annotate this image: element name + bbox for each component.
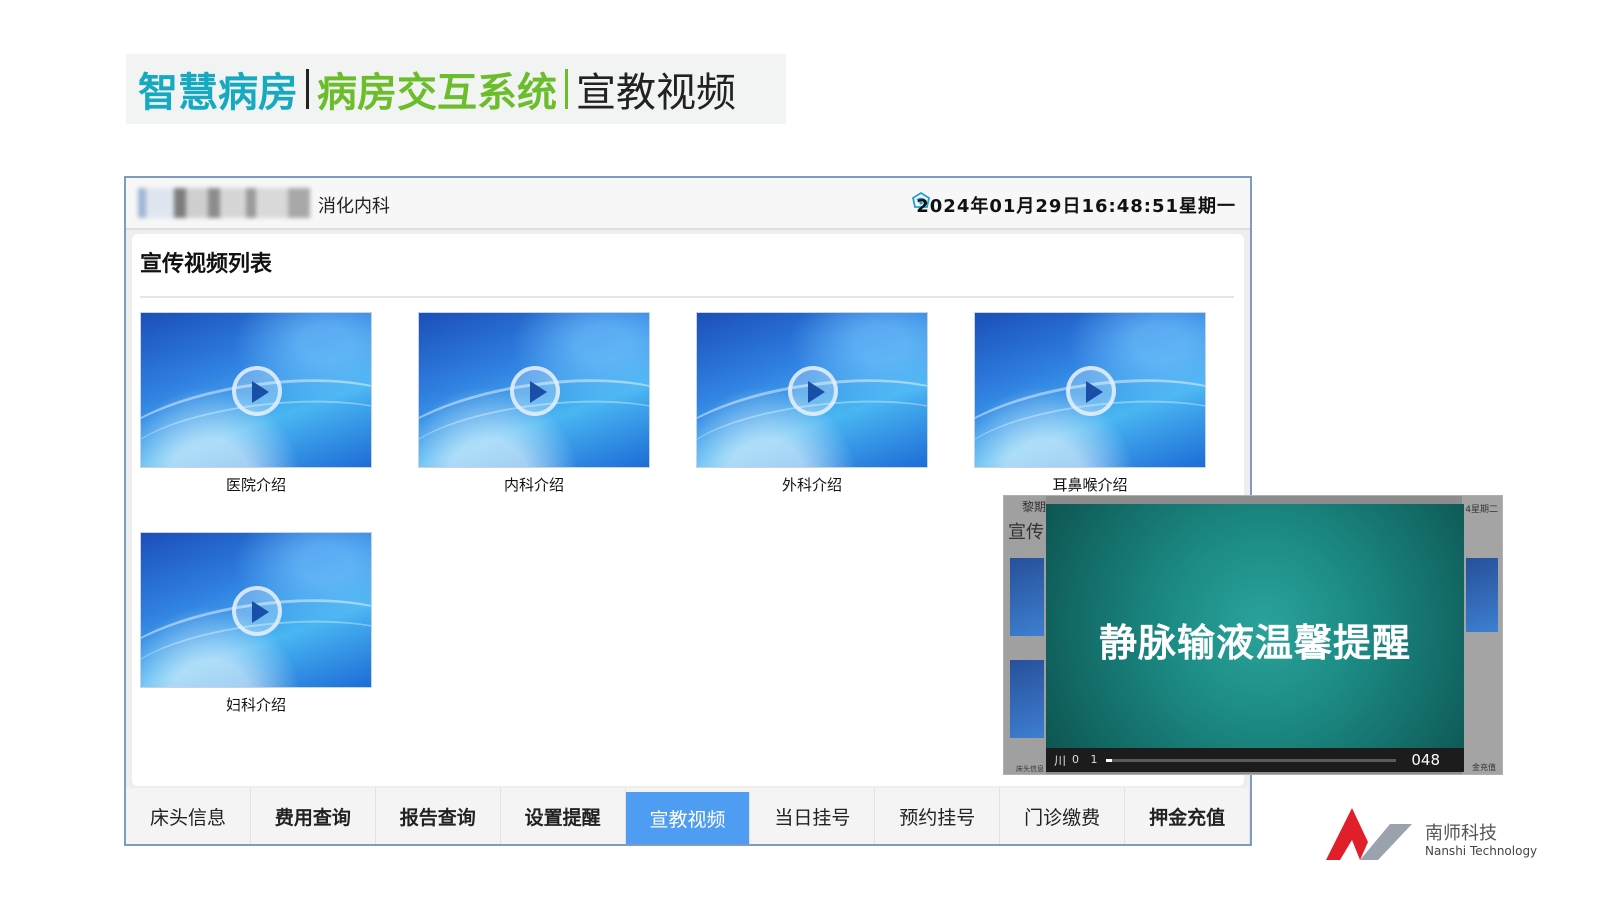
video-card[interactable]: 医院介绍 [140,312,372,494]
play-icon[interactable] [232,586,282,636]
nav-item-fee-query[interactable]: 费用查询 [251,788,376,844]
video-caption[interactable]: 耳鼻喉介绍 [974,474,1206,495]
video-card[interactable]: 外科介绍 [696,312,928,494]
title-separator [565,69,568,109]
background-text: 床头信息 [1016,765,1044,773]
background-screen-right: 4星期二 金充值 [1462,496,1502,774]
company-logo-icon [1326,808,1412,860]
video-thumbnail[interactable] [418,312,650,468]
divider [140,296,1234,298]
video-caption[interactable]: 妇科介绍 [140,694,372,715]
department-label: 消化内科 [318,196,390,217]
nav-item-bedside-info[interactable]: 床头信息 [126,788,251,844]
video-player[interactable]: 静脉输液温馨提醒 [1046,504,1464,748]
play-icon[interactable] [1066,366,1116,416]
slide-title-part2: 病房交互系统 [317,70,557,116]
video-player-popup: 黎期 宣传 床头信息 4星期二 金充值 静脉输液温馨提醒 川 0 1 048 [1003,495,1503,775]
video-caption[interactable]: 医院介绍 [140,474,372,495]
background-text: 宣传 [1008,522,1044,543]
play-icon[interactable] [510,366,560,416]
background-thumbnail [1010,660,1044,738]
video-thumbnail[interactable] [140,532,372,688]
video-thumbnail[interactable] [974,312,1206,468]
video-card[interactable]: 妇科介绍 [140,532,372,714]
nav-item-education-video[interactable]: 宣教视频 [625,792,751,844]
progress-fill [1106,759,1112,762]
video-caption[interactable]: 外科介绍 [696,474,928,495]
background-thumbnail [1466,558,1498,632]
company-name-cn: 南师科技 [1425,823,1497,844]
slide-title-part3: 宣教视频 [576,70,736,116]
nav-item-appointment[interactable]: 预约挂号 [875,788,1001,844]
top-bar: 消化内科 2024年01月29日16:48:51星期一 [126,178,1250,230]
video-caption[interactable]: 内科介绍 [418,474,650,495]
title-separator [306,69,309,109]
pause-icon[interactable]: 川 [1054,752,1066,769]
volume-icon[interactable]: 0 1 [1072,753,1102,766]
video-thumbnail[interactable] [696,312,928,468]
video-card[interactable]: 内科介绍 [418,312,650,494]
slide-title: 智慧病房 病房交互系统 宣教视频 [126,54,786,124]
patient-info-blurred [138,188,310,218]
datetime-display: 2024年01月29日16:48:51星期一 [916,196,1236,217]
nav-item-set-reminder[interactable]: 设置提醒 [501,788,626,844]
company-name-en: Nanshi Technology [1425,844,1538,858]
video-thumbnail[interactable] [140,312,372,468]
video-card[interactable]: 耳鼻喉介绍 [974,312,1206,494]
background-text: 黎期 [1022,500,1047,514]
player-controls: 川 0 1 048 [1046,748,1464,772]
slide-title-part1: 智慧病房 [138,70,298,116]
play-icon[interactable] [232,366,282,416]
nav-item-deposit-topup[interactable]: 押金充值 [1125,788,1251,844]
play-icon[interactable] [788,366,838,416]
video-title: 静脉输液温馨提醒 [1098,621,1411,665]
nav-item-same-day-registration[interactable]: 当日挂号 [750,788,876,844]
progress-track[interactable] [1106,759,1396,762]
background-thumbnail [1010,558,1044,636]
nav-item-outpatient-payment[interactable]: 门诊缴费 [1000,788,1126,844]
section-title: 宣传视频列表 [140,252,273,277]
nav-item-report-query[interactable]: 报告查询 [376,788,501,844]
background-text: 4星期二 [1465,505,1498,515]
time-display: 048 [1411,751,1440,769]
background-text: 金充值 [1472,763,1496,772]
company-logo: 南师科技 Nanshi Technology [1322,800,1538,864]
bottom-nav: 床头信息 费用查询 报告查询 设置提醒 宣教视频 当日挂号 预约挂号 门诊缴费 … [126,788,1251,844]
background-screen-left: 黎期 宣传 床头信息 [1004,496,1047,774]
